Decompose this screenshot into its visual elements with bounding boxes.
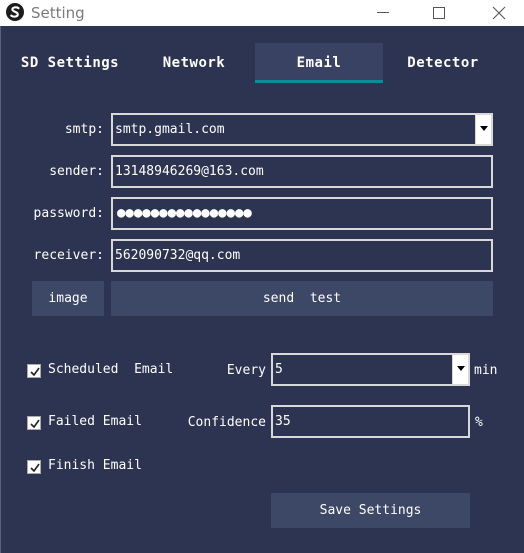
s-logo-icon: [6, 3, 24, 21]
settings-panel: SD Settings Network Email Detector smtp:…: [0, 26, 524, 553]
finish-email-label: Finish Email: [48, 458, 142, 473]
smtp-value: smtp.gmail.com: [115, 122, 225, 137]
confidence-input[interactable]: 35: [271, 405, 470, 438]
close-button[interactable]: [476, 0, 522, 26]
minimize-icon: [377, 12, 389, 13]
image-button[interactable]: image: [32, 281, 104, 316]
every-value: 5: [275, 362, 283, 377]
tab-bar: SD Settings Network Email Detector: [0, 43, 524, 83]
confidence-unit: %: [475, 415, 483, 430]
maximize-button[interactable]: [416, 0, 462, 26]
close-icon: [492, 6, 506, 20]
smtp-label: smtp:: [64, 122, 104, 137]
window-border: [0, 26, 1, 553]
minimize-button[interactable]: [360, 0, 406, 26]
smtp-dropdown-button[interactable]: [475, 115, 491, 144]
scheduled-email-label: Scheduled Email: [48, 362, 174, 377]
receiver-label: receiver:: [33, 248, 104, 263]
confidence-label: Confidence: [187, 415, 266, 430]
password-mask: ●●●●●●●●●●●●●●●●: [117, 205, 252, 221]
every-select[interactable]: 5: [271, 353, 470, 386]
receiver-input[interactable]: 562090732@qq.com: [111, 239, 493, 272]
smtp-select[interactable]: smtp.gmail.com: [111, 113, 493, 146]
sender-label: sender:: [49, 164, 104, 179]
every-label: Every: [226, 363, 266, 378]
finish-email-check[interactable]: [27, 460, 41, 474]
active-tab-indicator: [255, 80, 383, 83]
failed-email-check[interactable]: [27, 416, 41, 430]
password-input[interactable]: ●●●●●●●●●●●●●●●●: [111, 197, 493, 230]
checkmark-icon: [30, 367, 40, 377]
checkmark-icon: [30, 463, 40, 473]
window-titlebar[interactable]: Setting: [0, 0, 524, 26]
send-test-button[interactable]: send test: [111, 281, 493, 316]
save-settings-button[interactable]: Save Settings: [271, 493, 470, 528]
tab-network[interactable]: Network: [130, 43, 258, 83]
failed-email-label: Failed Email: [48, 414, 142, 429]
scheduled-email-check[interactable]: [27, 364, 41, 378]
maximize-icon: [433, 7, 445, 19]
sender-input[interactable]: 13148946269@163.com: [111, 155, 493, 188]
password-label: password:: [33, 206, 104, 221]
tab-detector[interactable]: Detector: [382, 43, 504, 83]
tab-email-label: Email: [296, 55, 342, 71]
chevron-down-icon: [480, 126, 488, 131]
tab-sd-settings[interactable]: SD Settings: [0, 43, 140, 83]
every-dropdown-button[interactable]: [452, 355, 468, 384]
checkmark-icon: [30, 419, 40, 429]
tab-email[interactable]: Email: [255, 43, 383, 83]
chevron-down-icon: [457, 366, 465, 371]
every-unit: min: [474, 363, 498, 378]
window-title: Setting: [31, 4, 85, 22]
